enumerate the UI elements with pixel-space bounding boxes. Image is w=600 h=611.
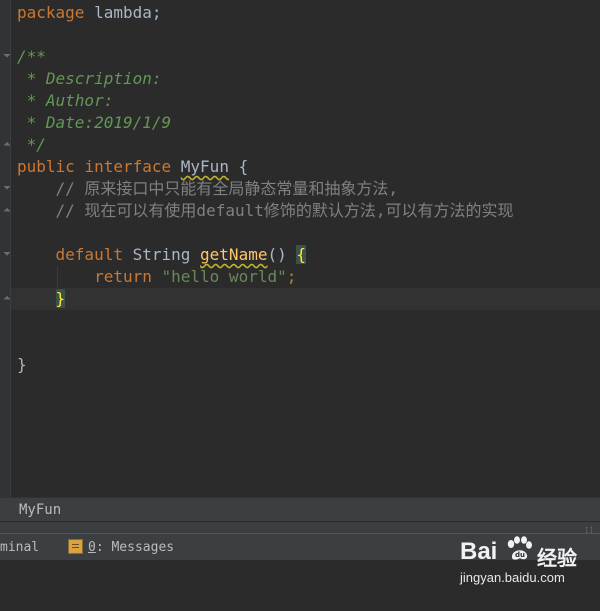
semicolon: ;	[286, 267, 297, 286]
fold-end-icon[interactable]: ⏶	[3, 206, 11, 216]
breadcrumb-item[interactable]: MyFun	[19, 501, 61, 519]
line-comment: // 原来接口中只能有全局静态常量和抽象方法,	[17, 179, 399, 198]
type-name: String	[122, 245, 201, 264]
code-line-12[interactable]: ⏷ default String getName() {	[0, 244, 600, 266]
keyword: public	[17, 157, 75, 176]
messages-shortcut-number: 0	[88, 540, 96, 555]
keyword: interface	[84, 157, 172, 176]
paw-icon: du	[507, 536, 532, 560]
code-line-17[interactable]: }	[0, 354, 600, 376]
code-line-14[interactable]: ⏶ }	[0, 288, 600, 310]
watermark-product: 经验	[537, 546, 577, 570]
code-line-7[interactable]: ⏶ */	[0, 134, 600, 156]
matched-brace: }	[55, 289, 66, 308]
code-area[interactable]: package lambda; ⏷ /** * Description: * Au…	[0, 2, 600, 376]
watermark-brand: Bai	[460, 538, 498, 565]
interface-name[interactable]: MyFun	[181, 157, 229, 176]
code-line-6[interactable]: * Date:2019/1/9	[0, 112, 600, 134]
keyword: default	[55, 245, 123, 264]
terminal-tab[interactable]: minal	[0, 539, 39, 557]
watermark: Bai du 经验 jingyan.baidu.com	[458, 534, 600, 600]
code-line-10[interactable]: ⏶ // 现在可以有使用default修饰的默认方法,可以有方法的实现	[0, 200, 600, 222]
line-comment: // 现在可以有使用default修饰的默认方法,可以有方法的实现	[17, 201, 514, 220]
code-line-2[interactable]	[0, 24, 600, 46]
brace: {	[228, 157, 249, 176]
matched-brace: {	[296, 245, 307, 264]
breadcrumb-bar: MyFun	[0, 497, 600, 521]
code-line-3[interactable]: ⏷ /**	[0, 46, 600, 68]
doc-comment: * Description:	[17, 69, 162, 88]
code-line-13[interactable]: return "hello world";	[0, 266, 600, 288]
svg-text:du: du	[515, 551, 525, 559]
package-name: lambda;	[84, 3, 162, 22]
doc-comment: /**	[17, 47, 46, 66]
code-editor[interactable]: package lambda; ⏷ /** * Description: * Au…	[0, 0, 600, 497]
messages-tab-label: 0: Messages	[88, 539, 174, 557]
fold-end-icon[interactable]: ⏶	[3, 294, 11, 304]
code-line-1[interactable]: package lambda;	[0, 2, 600, 24]
code-line-4[interactable]: * Description:	[0, 68, 600, 90]
method-name[interactable]: getName	[200, 245, 267, 264]
fold-icon[interactable]: ⏷	[3, 52, 11, 62]
params: ()	[267, 245, 297, 264]
messages-tab[interactable]: 0: Messages	[68, 539, 174, 557]
string-literal: "hello world"	[161, 267, 287, 286]
editor-scrollbar[interactable]	[593, 0, 600, 497]
messages-icon	[68, 539, 83, 554]
fold-icon[interactable]: ⏷	[3, 250, 11, 260]
fold-icon[interactable]: ⏷	[3, 184, 11, 194]
code-line-15[interactable]	[0, 310, 600, 332]
code-line-9[interactable]: ⏷ // 原来接口中只能有全局静态常量和抽象方法,	[0, 178, 600, 200]
watermark-url: jingyan.baidu.com	[460, 570, 565, 585]
code-line-5[interactable]: * Author:	[0, 90, 600, 112]
doc-comment: */	[17, 135, 46, 154]
fold-end-icon[interactable]: ⏶	[3, 140, 11, 150]
keyword: return	[94, 267, 152, 286]
keyword: package	[17, 3, 85, 22]
doc-comment: * Date:2019/1/9	[17, 113, 172, 132]
code-line-16[interactable]	[0, 332, 600, 354]
code-line-8[interactable]: public interface MyFun {	[0, 156, 600, 178]
code-line-11[interactable]	[0, 222, 600, 244]
doc-comment: * Author:	[17, 91, 114, 110]
messages-label: : Messages	[95, 540, 175, 555]
closing-brace: }	[17, 355, 27, 374]
